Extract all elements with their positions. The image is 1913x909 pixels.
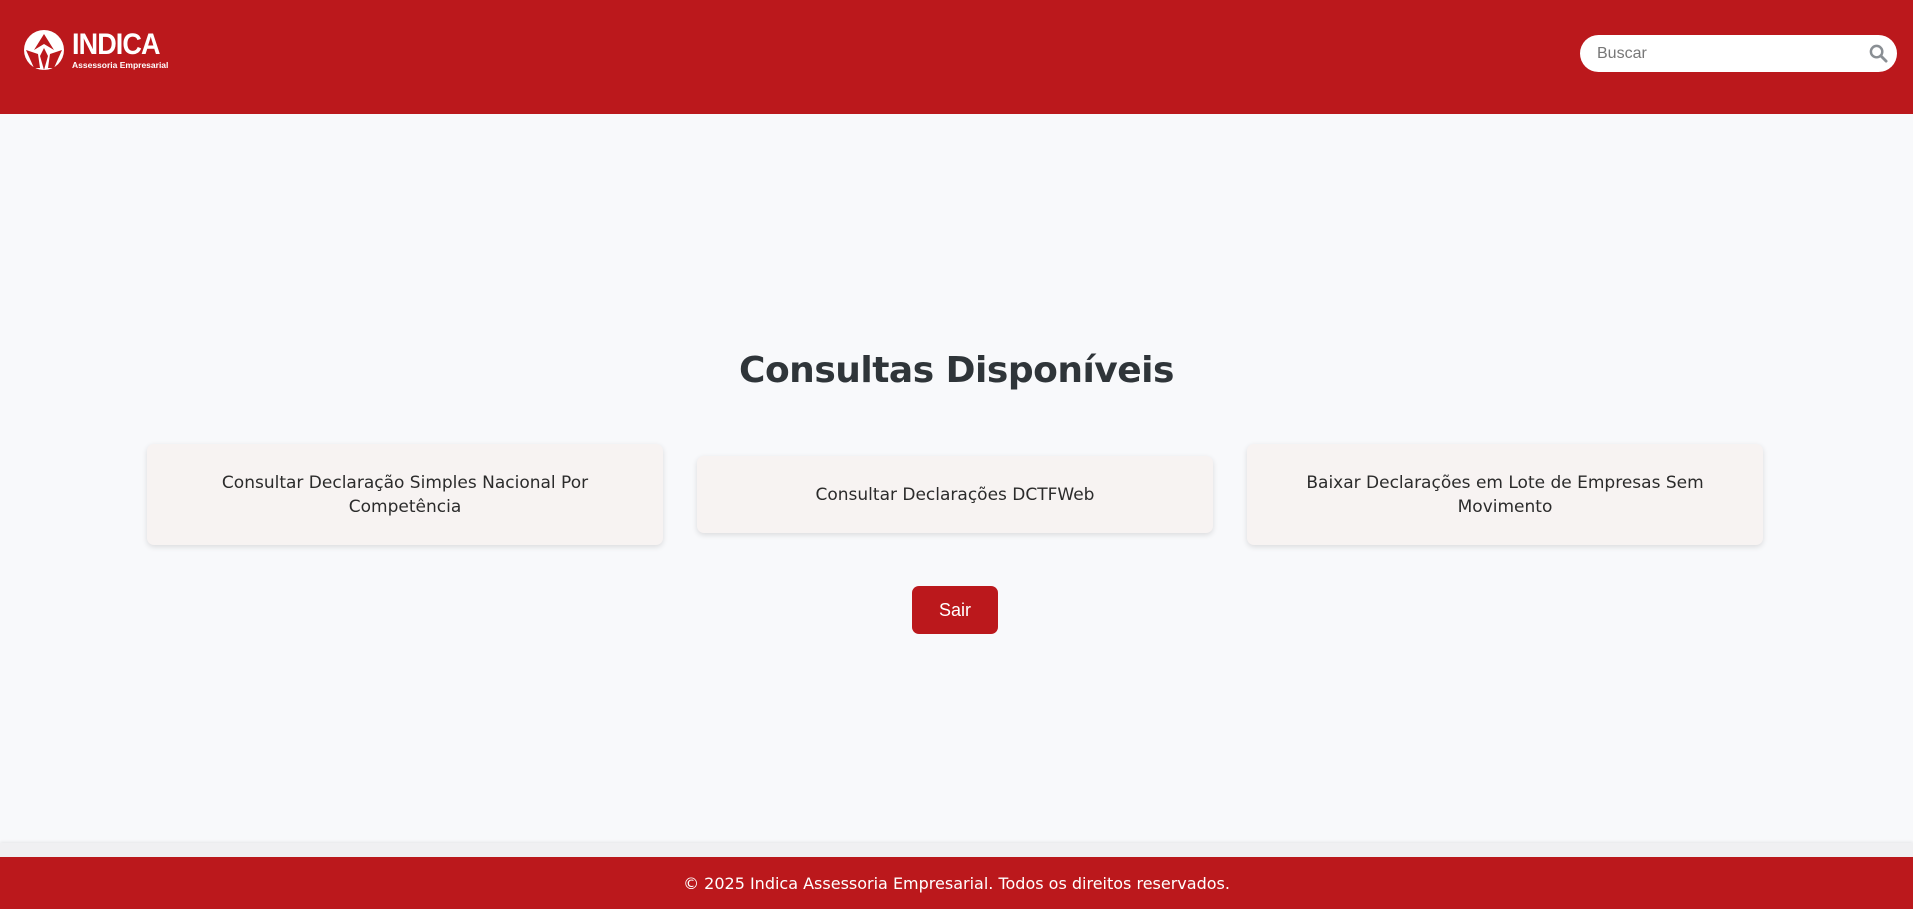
card-label: Baixar Declarações em Lote de Empresas S… — [1306, 472, 1704, 517]
search-box — [1580, 35, 1897, 72]
brand-logo[interactable]: INDICA Assessoria Empresarial — [20, 28, 169, 72]
search-icon[interactable] — [1869, 44, 1888, 63]
card-consultar-dctfweb[interactable]: Consultar Declarações DCTFWeb — [697, 456, 1213, 533]
footer-copyright: © 2025 Indica Assessoria Empresarial. To… — [683, 873, 1230, 893]
logo-name: INDICA — [72, 28, 161, 62]
footer-divider — [0, 843, 1913, 857]
indica-logo-mark-icon — [24, 30, 64, 70]
card-consultar-simples-nacional[interactable]: Consultar Declaração Simples Nacional Po… — [147, 444, 663, 545]
logo-text: INDICA Assessoria Empresarial — [72, 30, 169, 70]
logo-subtitle: Assessoria Empresarial — [72, 60, 169, 71]
card-label: Consultar Declaração Simples Nacional Po… — [221, 472, 589, 517]
search-input[interactable] — [1597, 35, 1857, 72]
top-header: INDICA Assessoria Empresarial — [0, 0, 1913, 114]
card-baixar-declaracoes-lote[interactable]: Baixar Declarações em Lote de Empresas S… — [1247, 444, 1763, 545]
logout-button[interactable]: Sair — [912, 586, 998, 634]
card-label: Consultar Declarações DCTFWeb — [815, 484, 1095, 505]
page-title: Consultas Disponíveis — [739, 350, 1174, 391]
page-footer: © 2025 Indica Assessoria Empresarial. To… — [0, 857, 1913, 909]
